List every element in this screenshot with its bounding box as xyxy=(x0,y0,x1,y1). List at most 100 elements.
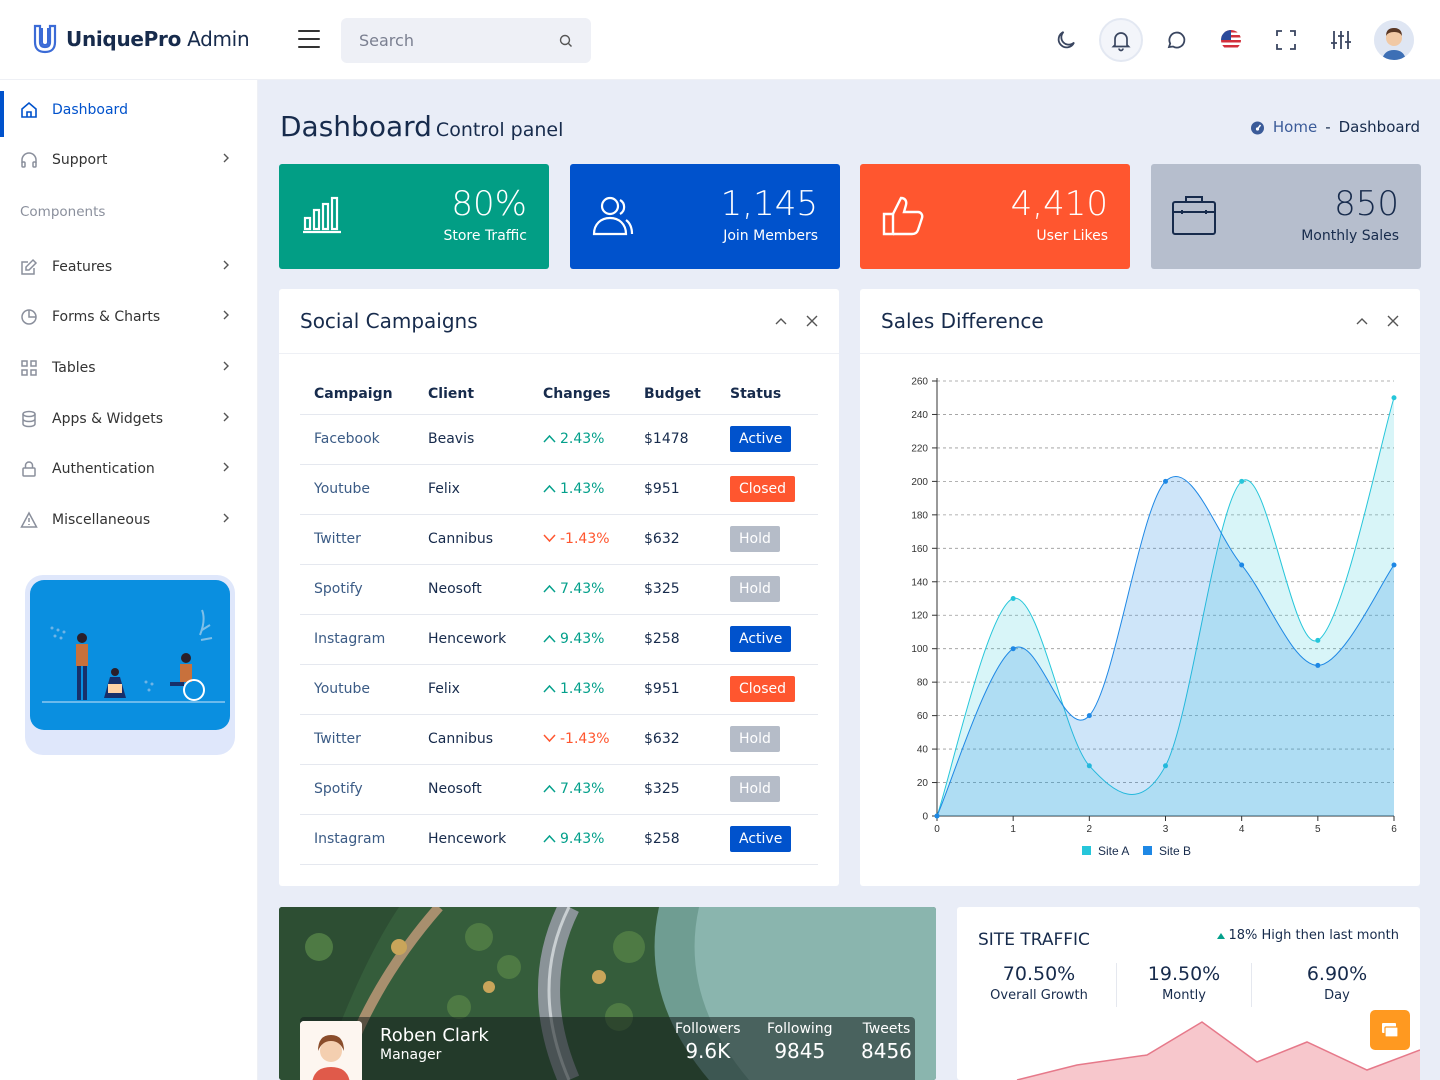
x-tick-label: 4 xyxy=(1239,824,1245,835)
budget-cell: $951 xyxy=(630,464,716,515)
column-header: Client xyxy=(414,374,529,415)
breadcrumb-home-link[interactable]: Home xyxy=(1273,118,1317,136)
status-badge[interactable]: Hold xyxy=(730,526,780,552)
table-row[interactable]: Instagram Hencework 9.43% $258 Active xyxy=(300,814,818,865)
fullscreen-icon[interactable] xyxy=(1264,18,1308,62)
table-row[interactable]: Spotify Neosoft 7.43% $325 Hold xyxy=(300,564,818,615)
floating-chat-button[interactable] xyxy=(1370,1010,1410,1050)
campaign-cell[interactable]: Instagram xyxy=(300,814,414,865)
stat-card-store-traffic[interactable]: 80% Store Traffic xyxy=(279,164,549,269)
dark-mode-icon[interactable] xyxy=(1044,18,1088,62)
stat-caption: User Likes xyxy=(1036,228,1108,244)
stat-card-monthly-sales[interactable]: 850 Monthly Sales xyxy=(1151,164,1421,269)
search-input[interactable] xyxy=(359,31,539,50)
table-row[interactable]: Youtube Felix 1.43% $951 Closed xyxy=(300,664,818,715)
data-point xyxy=(1010,646,1016,652)
table-row[interactable]: Youtube Felix 1.43% $951 Closed xyxy=(300,464,818,515)
x-tick-label: 0 xyxy=(934,824,940,835)
client-cell: Felix xyxy=(414,464,529,515)
chat-bubble-icon[interactable] xyxy=(1154,18,1198,62)
table-row[interactable]: Twitter Cannibus -1.43% $632 Hold xyxy=(300,714,818,765)
menu-toggle-icon[interactable] xyxy=(298,30,320,48)
status-badge[interactable]: Closed xyxy=(730,676,796,702)
status-badge[interactable]: Active xyxy=(730,626,792,652)
status-cell: Closed xyxy=(716,664,818,715)
y-tick-label: 20 xyxy=(917,778,929,789)
notification-bell-icon[interactable] xyxy=(1099,18,1143,62)
traffic-stat-label: Montly xyxy=(1162,988,1206,1003)
client-cell: Cannibus xyxy=(414,714,529,765)
client-cell: Felix xyxy=(414,664,529,715)
sidebar-item-forms-charts[interactable]: Forms & Charts xyxy=(0,294,258,340)
campaign-cell[interactable]: Twitter xyxy=(300,514,414,565)
campaign-cell[interactable]: Facebook xyxy=(300,414,414,465)
arrow-down-icon xyxy=(543,534,556,543)
client-cell: Neosoft xyxy=(414,764,529,815)
us-flag-icon[interactable] xyxy=(1209,18,1253,62)
profile-stat-value: 9845 xyxy=(774,1039,826,1063)
status-badge[interactable]: Active xyxy=(730,826,792,852)
status-badge[interactable]: Closed xyxy=(730,476,796,502)
stat-card-join-members[interactable]: 1,145 Join Members xyxy=(570,164,840,269)
x-tick-label: 5 xyxy=(1315,824,1321,835)
campaign-cell[interactable]: Youtube xyxy=(300,464,414,515)
campaign-cell[interactable]: Spotify xyxy=(300,564,414,615)
collapse-chevron-up-icon[interactable] xyxy=(774,316,788,326)
table-row[interactable]: Spotify Neosoft 7.43% $325 Hold xyxy=(300,764,818,815)
legend-label: Site A xyxy=(1098,844,1129,858)
y-tick-label: 80 xyxy=(917,678,929,689)
campaign-cell[interactable]: Instagram xyxy=(300,614,414,665)
close-icon[interactable] xyxy=(1387,315,1399,327)
table-row[interactable]: Twitter Cannibus -1.43% $632 Hold xyxy=(300,514,818,565)
sidebar-item-miscellaneous[interactable]: Miscellaneous xyxy=(0,497,258,543)
settings-sliders-icon[interactable] xyxy=(1319,18,1363,62)
status-badge[interactable]: Active xyxy=(730,426,792,452)
campaign-cell[interactable]: Youtube xyxy=(300,664,414,715)
grid-icon xyxy=(20,359,38,377)
stat-card-user-likes[interactable]: 4,410 User Likes xyxy=(860,164,1130,269)
status-badge[interactable]: Hold xyxy=(730,776,780,802)
stat-caption: Monthly Sales xyxy=(1301,228,1399,244)
change-cell: 2.43% xyxy=(529,414,630,465)
budget-cell: $325 xyxy=(630,564,716,615)
client-cell: Beavis xyxy=(414,414,529,465)
sidebar-promo-card xyxy=(25,575,235,755)
table-row[interactable]: Instagram Hencework 9.43% $258 Active xyxy=(300,614,818,665)
promo-illustration xyxy=(30,580,230,730)
stat-caption: Join Members xyxy=(723,228,818,244)
data-point xyxy=(1163,478,1168,484)
campaign-cell[interactable]: Spotify xyxy=(300,764,414,815)
arrow-up-icon xyxy=(543,834,556,843)
social-campaigns-card: Social Campaigns Campaign Client Changes… xyxy=(279,289,839,886)
table-row[interactable]: Facebook Beavis 2.43% $1478 Active xyxy=(300,414,818,465)
profile-stat-label: Followers xyxy=(675,1021,741,1037)
stat-value: 1,145 xyxy=(720,184,818,224)
collapse-chevron-up-icon[interactable] xyxy=(1355,316,1369,326)
main-content: Dashboard Control panel Home - Dashboard … xyxy=(259,80,1440,1080)
change-cell: 9.43% xyxy=(529,814,630,865)
y-tick-label: 240 xyxy=(911,410,928,421)
brand-logo[interactable]: UniquePro Admin xyxy=(32,24,250,54)
sidebar-item-authentication[interactable]: Authentication xyxy=(0,446,258,492)
arrow-up-icon xyxy=(1217,932,1226,939)
sidebar-item-apps-widgets[interactable]: Apps & Widgets xyxy=(0,396,258,442)
profile-avatar[interactable] xyxy=(300,1021,362,1080)
arrow-up-icon xyxy=(543,584,556,593)
search-icon[interactable] xyxy=(559,34,573,48)
sidebar-item-features[interactable]: Features xyxy=(0,244,258,290)
budget-cell: $325 xyxy=(630,764,716,815)
sidebar-item-tables[interactable]: Tables xyxy=(0,345,258,391)
close-icon[interactable] xyxy=(806,315,818,327)
profile-name: Roben Clark xyxy=(380,1025,489,1046)
status-badge[interactable]: Hold xyxy=(730,726,780,752)
sidebar-item-dashboard[interactable]: Dashboard xyxy=(0,87,258,137)
sidebar-item-label: Support xyxy=(52,152,108,168)
chevron-right-icon xyxy=(223,513,229,523)
table-header-row: Campaign Client Changes Budget Status xyxy=(300,374,818,415)
client-cell: Hencework xyxy=(414,814,529,865)
status-badge[interactable]: Hold xyxy=(730,576,780,602)
sidebar-item-support[interactable]: Support xyxy=(0,137,258,183)
brand-u-icon xyxy=(33,24,57,54)
user-avatar[interactable] xyxy=(1374,20,1414,60)
campaign-cell[interactable]: Twitter xyxy=(300,714,414,765)
